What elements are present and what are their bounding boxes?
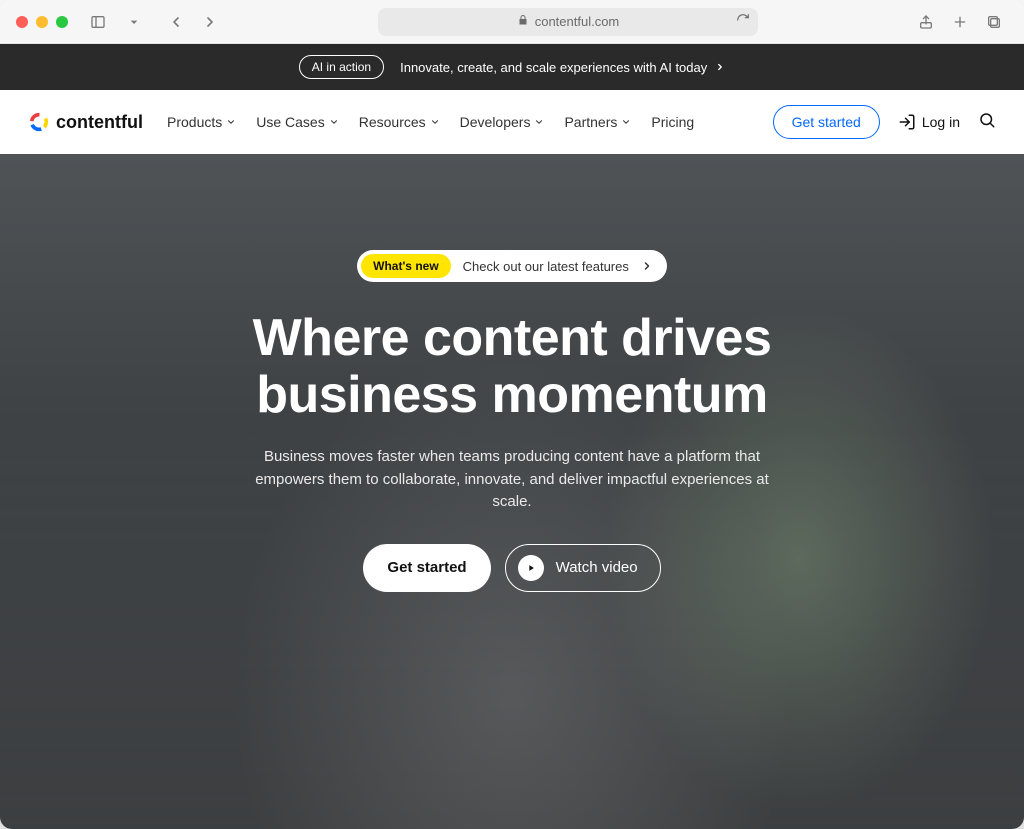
hero-subcopy: Business moves faster when teams produci… [252, 446, 772, 514]
address-bar-host: contentful.com [535, 14, 620, 29]
brand-logo-icon [28, 111, 50, 133]
brand-name: contentful [56, 112, 143, 133]
announcement-bar[interactable]: AI in action Innovate, create, and scale… [0, 44, 1024, 90]
whatsnew-pill[interactable]: What's new Check out our latest features [357, 250, 667, 282]
login-icon [898, 113, 916, 131]
announcement-text-label: Innovate, create, and scale experiences … [400, 60, 707, 75]
login-label: Log in [922, 114, 960, 130]
play-icon [518, 555, 544, 581]
titlebar: contentful.com [0, 0, 1024, 44]
chevron-down-icon [226, 117, 236, 127]
chevron-right-icon [715, 62, 725, 72]
nav-item-label: Use Cases [256, 114, 324, 130]
hero-headline: Where content drives business momentum [253, 310, 772, 424]
chevron-right-icon [641, 260, 653, 272]
tabs-overview-button[interactable] [980, 8, 1008, 36]
announcement-text: Innovate, create, and scale experiences … [400, 60, 725, 75]
back-button[interactable] [162, 8, 190, 36]
search-button[interactable] [978, 111, 996, 134]
chevron-down-icon [430, 117, 440, 127]
window-close-button[interactable] [16, 16, 28, 28]
hero-content: What's new Check out our latest features… [252, 250, 772, 592]
forward-button[interactable] [196, 8, 224, 36]
search-icon [978, 111, 996, 129]
brand-logo[interactable]: contentful [28, 111, 143, 133]
hero-watch-video-button[interactable]: Watch video [505, 544, 661, 592]
nav-item-label: Pricing [651, 114, 694, 130]
reload-button[interactable] [736, 13, 750, 30]
nav-item-label: Partners [564, 114, 617, 130]
traffic-lights [16, 16, 68, 28]
sidebar-toggle-button[interactable] [84, 8, 112, 36]
nav-item-use-cases[interactable]: Use Cases [256, 114, 338, 130]
window-maximize-button[interactable] [56, 16, 68, 28]
login-link[interactable]: Log in [898, 113, 960, 131]
hero-headline-line2: business momentum [253, 367, 772, 424]
browser-window: contentful.com AI in action Innovate, cr… [0, 0, 1024, 829]
address-bar[interactable]: contentful.com [378, 8, 758, 36]
tab-dropdown-button[interactable] [120, 8, 148, 36]
hero-get-started-button[interactable]: Get started [363, 544, 490, 592]
nav-item-label: Developers [460, 114, 531, 130]
lock-icon [517, 14, 529, 29]
nav-item-products[interactable]: Products [167, 114, 236, 130]
whatsnew-text: Check out our latest features [463, 259, 629, 274]
chevron-down-icon [621, 117, 631, 127]
site-header: contentful Products Use Cases Resources … [0, 90, 1024, 154]
nav-item-pricing[interactable]: Pricing [651, 114, 694, 130]
hero-ctas: Get started Watch video [363, 544, 660, 592]
nav-item-label: Products [167, 114, 222, 130]
share-button[interactable] [912, 8, 940, 36]
chevron-down-icon [534, 117, 544, 127]
new-tab-button[interactable] [946, 8, 974, 36]
chevron-down-icon [329, 117, 339, 127]
hero-headline-line1: Where content drives [253, 309, 772, 367]
nav-item-label: Resources [359, 114, 426, 130]
whatsnew-badge: What's new [361, 254, 451, 278]
primary-nav: Products Use Cases Resources Developers … [167, 114, 694, 130]
header-actions: Get started Log in [773, 105, 996, 139]
hero-watch-video-label: Watch video [556, 559, 638, 576]
nav-item-developers[interactable]: Developers [460, 114, 545, 130]
nav-item-resources[interactable]: Resources [359, 114, 440, 130]
window-minimize-button[interactable] [36, 16, 48, 28]
announcement-badge: AI in action [299, 55, 384, 79]
hero-section: What's new Check out our latest features… [0, 154, 1024, 829]
nav-item-partners[interactable]: Partners [564, 114, 631, 130]
get-started-button[interactable]: Get started [773, 105, 880, 139]
